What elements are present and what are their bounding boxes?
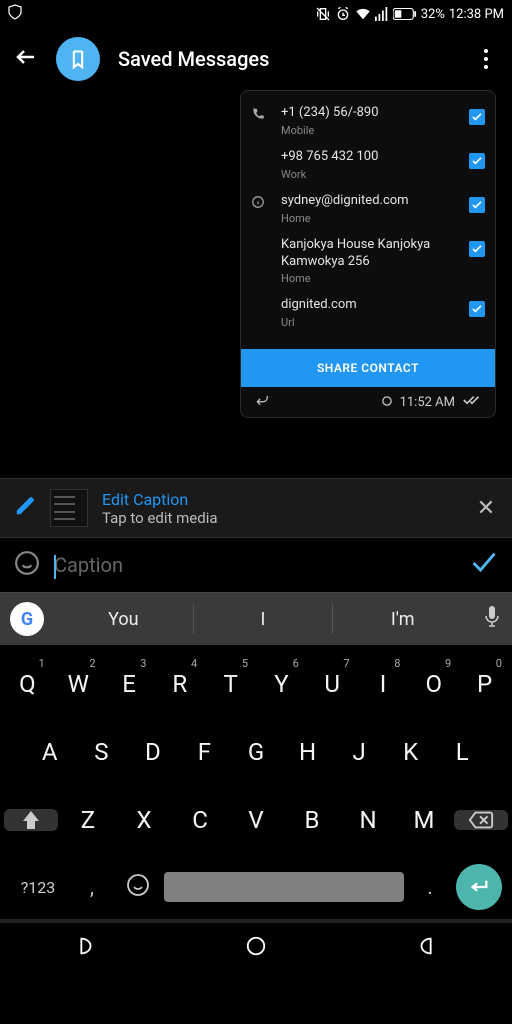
navigation-bar xyxy=(0,923,512,973)
nav-back-button[interactable] xyxy=(74,935,96,961)
shield-icon xyxy=(8,4,22,24)
caption-input-row: Caption xyxy=(0,537,512,592)
edit-caption-subtitle: Tap to edit media xyxy=(102,509,460,527)
reply-icon xyxy=(255,393,269,411)
key-t[interactable]: T5 xyxy=(207,657,254,711)
pencil-icon[interactable] xyxy=(14,495,36,521)
nav-home-button[interactable] xyxy=(245,935,267,961)
contact-label: Url xyxy=(281,316,457,329)
key-i[interactable]: I8 xyxy=(360,657,407,711)
key-m[interactable]: M xyxy=(398,793,450,847)
share-contact-button[interactable]: SHARE CONTACT xyxy=(241,349,495,387)
contact-label: Work xyxy=(281,168,457,181)
key-n[interactable]: N xyxy=(342,793,394,847)
contact-value: +98 765 432 100 xyxy=(281,149,457,166)
caption-input[interactable]: Caption xyxy=(54,553,456,577)
contact-label: Home xyxy=(281,272,457,285)
key-z[interactable]: Z xyxy=(62,793,114,847)
shift-key[interactable] xyxy=(4,809,58,831)
nav-recent-button[interactable] xyxy=(416,935,438,961)
suggestion-bar: G You I I'm xyxy=(0,593,512,645)
contact-value: +1 (234) 56/-890 xyxy=(281,105,457,122)
message-footer: 11:52 AM xyxy=(251,387,485,417)
suggestion[interactable]: You xyxy=(54,609,193,630)
checkbox[interactable] xyxy=(469,241,485,257)
media-thumbnail[interactable] xyxy=(50,489,88,527)
key-h[interactable]: H xyxy=(284,725,332,779)
suggestion[interactable]: I'm xyxy=(333,609,472,630)
suggestion[interactable]: I xyxy=(194,609,333,630)
confirm-button[interactable] xyxy=(470,551,498,579)
key-y[interactable]: Y6 xyxy=(258,657,305,711)
emoji-button[interactable] xyxy=(14,550,40,580)
key-r[interactable]: R4 xyxy=(156,657,203,711)
page-title: Saved Messages xyxy=(118,47,456,71)
emoji-key[interactable] xyxy=(118,873,158,901)
mic-button[interactable] xyxy=(472,606,512,632)
back-button[interactable] xyxy=(14,45,38,73)
key-u[interactable]: U7 xyxy=(309,657,356,711)
edit-caption-bar: Edit Caption Tap to edit media ✕ xyxy=(0,478,512,537)
key-c[interactable]: C xyxy=(174,793,226,847)
contact-value: sydney@dignited.com xyxy=(281,193,457,210)
key-d[interactable]: D xyxy=(129,725,177,779)
enter-key[interactable] xyxy=(456,864,502,910)
vibrate-icon xyxy=(315,6,331,22)
close-button[interactable]: ✕ xyxy=(474,496,498,521)
app-header: Saved Messages xyxy=(0,28,512,90)
key-v[interactable]: V xyxy=(230,793,282,847)
contact-value: dignited.com xyxy=(281,297,457,314)
message-area: +1 (234) 56/-890 Mobile +98 765 432 100 … xyxy=(0,90,512,478)
status-circle-icon xyxy=(382,395,392,410)
contact-label: Home xyxy=(281,212,457,225)
key-e[interactable]: E3 xyxy=(106,657,153,711)
checkbox[interactable] xyxy=(469,301,485,317)
key-w[interactable]: W2 xyxy=(55,657,102,711)
alarm-icon xyxy=(335,6,351,22)
wifi-icon xyxy=(355,7,371,21)
key-q[interactable]: Q1 xyxy=(4,657,51,711)
backspace-key[interactable] xyxy=(454,810,508,830)
key-b[interactable]: B xyxy=(286,793,338,847)
battery-percent: 32% xyxy=(421,7,445,22)
more-menu-button[interactable] xyxy=(474,49,498,69)
contact-card-message[interactable]: +1 (234) 56/-890 Mobile +98 765 432 100 … xyxy=(240,90,496,418)
key-o[interactable]: O9 xyxy=(410,657,457,711)
key-k[interactable]: K xyxy=(387,725,435,779)
google-icon[interactable]: G xyxy=(10,602,44,636)
contact-value: Kanjokya House Kanjokya Kamwokya 256 xyxy=(281,237,457,271)
key-j[interactable]: J xyxy=(335,725,383,779)
comma-key[interactable]: , xyxy=(72,875,112,899)
checkbox[interactable] xyxy=(469,153,485,169)
symbols-key[interactable]: ?123 xyxy=(10,878,66,897)
contact-row-phone-mobile: +1 (234) 56/-890 Mobile xyxy=(251,99,485,143)
signal-icon xyxy=(375,7,389,21)
contact-row-address: Kanjokya House Kanjokya Kamwokya 256 Hom… xyxy=(251,231,485,292)
space-key[interactable] xyxy=(164,872,404,902)
key-g[interactable]: G xyxy=(232,725,280,779)
key-f[interactable]: F xyxy=(181,725,229,779)
key-x[interactable]: X xyxy=(118,793,170,847)
avatar[interactable] xyxy=(56,37,100,81)
key-a[interactable]: A xyxy=(26,725,74,779)
read-checks-icon xyxy=(463,394,481,410)
status-bar: 32% 12:38 PM xyxy=(0,0,512,28)
key-l[interactable]: L xyxy=(438,725,486,779)
key-s[interactable]: S xyxy=(78,725,126,779)
battery-icon xyxy=(393,8,417,20)
key-p[interactable]: P0 xyxy=(461,657,508,711)
contact-row-phone-work: +98 765 432 100 Work xyxy=(251,143,485,187)
phone-icon xyxy=(251,105,269,125)
contact-label: Mobile xyxy=(281,124,457,137)
edit-caption-title: Edit Caption xyxy=(102,490,460,509)
checkbox[interactable] xyxy=(469,109,485,125)
clock-time: 12:38 PM xyxy=(449,7,504,22)
message-time: 11:52 AM xyxy=(400,395,455,410)
checkbox[interactable] xyxy=(469,197,485,213)
period-key[interactable]: . xyxy=(410,875,450,899)
info-icon xyxy=(251,193,269,213)
contact-row-url: dignited.com Url xyxy=(251,291,485,335)
keyboard: G You I I'm Q1W2E3R4T5Y6U7I8O9P0 ASDFGHJ… xyxy=(0,592,512,923)
contact-row-email: sydney@dignited.com Home xyxy=(251,187,485,231)
